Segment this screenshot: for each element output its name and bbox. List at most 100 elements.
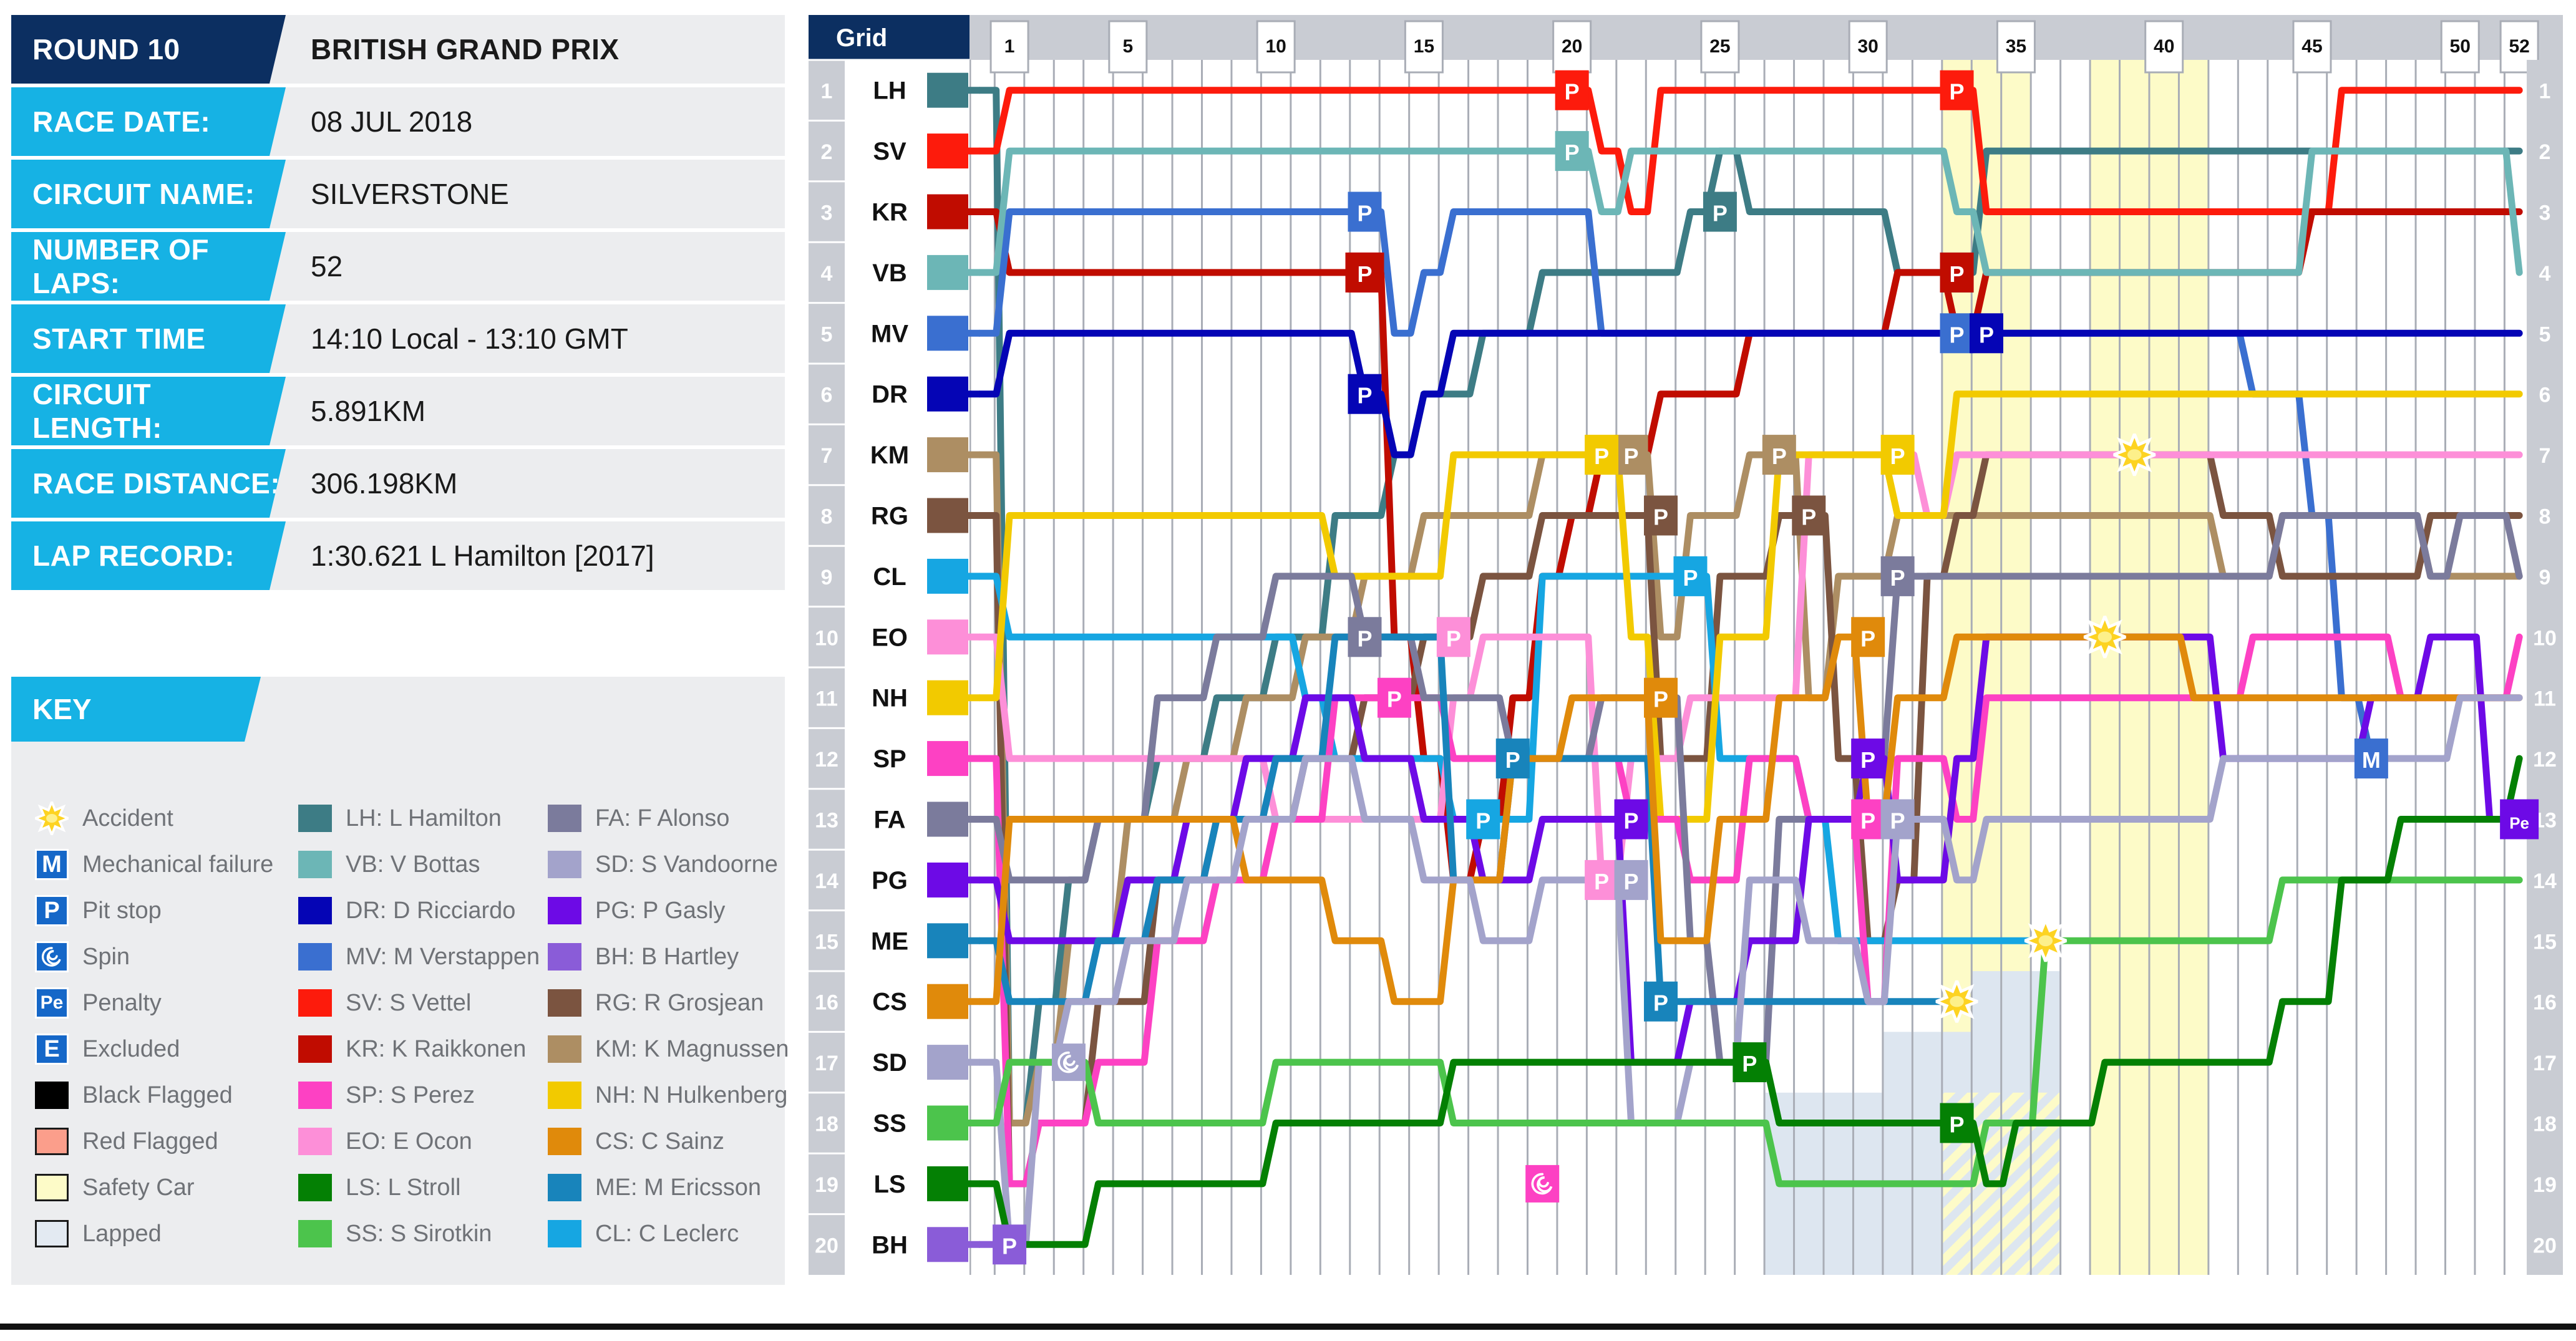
penalty-icon: Pe bbox=[35, 987, 69, 1019]
grid-driver-code[interactable]: VB bbox=[872, 259, 907, 287]
grid-position-number: 17 bbox=[815, 1052, 838, 1075]
lap-tick-label: 40 bbox=[2154, 36, 2174, 57]
driver-color-swatch bbox=[548, 897, 581, 924]
grid-position-number: 6 bbox=[821, 384, 833, 407]
key-panel: KEY Accident M Mechanical failure P Pit stop… bbox=[11, 677, 789, 1285]
key-driver-label: KM: K Magnussen bbox=[595, 1035, 789, 1062]
driver-color-swatch bbox=[298, 1220, 332, 1247]
grid-position-number: 14 bbox=[815, 869, 838, 893]
chart-svg: Grid 1 5 10 15 20 25 30 35 40 45 50 521 LH2 SV3 KR4 VB5 M… bbox=[809, 15, 2563, 1275]
grid-driver-code[interactable]: CL bbox=[873, 563, 906, 591]
final-position-number: 12 bbox=[2533, 748, 2557, 772]
grid-driver-code[interactable]: PG bbox=[872, 867, 908, 894]
final-position-number: 2 bbox=[2539, 140, 2551, 164]
final-position-number: 3 bbox=[2539, 201, 2551, 225]
red-flag-icon bbox=[35, 1128, 69, 1155]
key-event-item: Red Flagged bbox=[35, 1118, 297, 1164]
grid-position-number: 11 bbox=[815, 687, 838, 711]
grid-driver-swatch bbox=[927, 437, 968, 473]
footer-bar bbox=[0, 1324, 2576, 1330]
grid-driver-swatch bbox=[927, 1166, 968, 1201]
key-driver-label: PG: P Gasly bbox=[595, 897, 726, 924]
grid-driver-code[interactable]: KM bbox=[870, 442, 909, 469]
grid-driver-code[interactable]: SS bbox=[873, 1110, 906, 1138]
driver-color-swatch bbox=[298, 943, 332, 971]
grid-driver-code[interactable]: NH bbox=[872, 685, 908, 712]
key-driver-item: LS: L Stroll bbox=[298, 1164, 523, 1211]
marker-label: P bbox=[1742, 1051, 1757, 1077]
marker-label: P bbox=[1387, 687, 1402, 712]
grid-driver-swatch bbox=[927, 801, 968, 837]
marker-label: P bbox=[1683, 565, 1698, 591]
grid-driver-code[interactable]: LS bbox=[873, 1171, 905, 1198]
marker-label: P bbox=[1505, 747, 1520, 773]
marker-label: P bbox=[1565, 140, 1580, 165]
marker-label: M bbox=[2362, 747, 2381, 773]
spin-icon bbox=[35, 941, 69, 972]
grid-driver-code[interactable]: FA bbox=[873, 806, 905, 834]
key-driver-item: ME: M Ericsson bbox=[548, 1164, 785, 1211]
lap-tick-label: 35 bbox=[2006, 36, 2026, 57]
final-position-number: 19 bbox=[2533, 1173, 2557, 1197]
key-driver-item: MV: M Verstappen bbox=[298, 934, 540, 980]
grid-driver-code[interactable]: MV bbox=[871, 320, 908, 347]
key-driver-label: LS: L Stroll bbox=[346, 1174, 461, 1201]
accident-star-icon bbox=[2113, 433, 2156, 477]
lap-tick-label: 20 bbox=[1562, 36, 1582, 57]
info-key: START TIME bbox=[11, 304, 286, 373]
key-event-item: E Excluded bbox=[35, 1026, 297, 1072]
grid-driver-code[interactable]: EO bbox=[872, 624, 908, 651]
grid-driver-swatch bbox=[927, 619, 968, 655]
lap-tick-label: 52 bbox=[2509, 36, 2529, 57]
info-key: RACE DISTANCE: bbox=[11, 449, 286, 518]
info-row: CIRCUIT NAME: SILVERSTONE bbox=[11, 160, 785, 228]
grid-driver-code[interactable]: CS bbox=[872, 989, 907, 1016]
info-value: 08 JUL 2018 bbox=[311, 105, 473, 138]
lap-chart-page: ROUND 10 BRITISH GRAND PRIX RACE DATE: 08… bbox=[0, 0, 2576, 1341]
marker-label: P bbox=[1357, 626, 1372, 651]
marker-label: P bbox=[1653, 687, 1668, 712]
driver-color-swatch bbox=[548, 851, 581, 878]
grid-driver-code[interactable]: BH bbox=[872, 1231, 908, 1259]
final-position-column bbox=[2527, 60, 2563, 1275]
marker-label: P bbox=[1624, 869, 1639, 894]
grid-driver-code[interactable]: SV bbox=[873, 138, 906, 165]
key-driver-item: LH: L Hamilton bbox=[298, 795, 523, 841]
lap-tick-label: 10 bbox=[1265, 36, 1286, 57]
grid-driver-swatch bbox=[927, 923, 968, 959]
grid-driver-swatch bbox=[927, 680, 968, 715]
grid-driver-code[interactable]: SD bbox=[872, 1049, 907, 1077]
driver-color-swatch bbox=[548, 943, 581, 971]
final-position-number: 4 bbox=[2539, 262, 2551, 286]
info-key: NUMBER OF LAPS: bbox=[11, 232, 286, 301]
marker-label: P bbox=[1860, 808, 1875, 834]
key-driver-item: KR: K Raikkonen bbox=[298, 1026, 526, 1072]
spin-marker[interactable] bbox=[1051, 1043, 1086, 1082]
grid-driver-swatch bbox=[927, 194, 968, 230]
driver-color-swatch bbox=[298, 1035, 332, 1063]
key-events-column: Accident M Mechanical failure P Pit stop Spin… bbox=[32, 795, 297, 1257]
key-driver-item: SV: S Vettel bbox=[298, 980, 523, 1026]
driver-color-swatch bbox=[298, 851, 332, 878]
grid-driver-code[interactable]: ME bbox=[871, 927, 908, 955]
grid-driver-swatch bbox=[927, 1045, 968, 1080]
key-driver-label: ME: M Ericsson bbox=[595, 1174, 762, 1201]
final-position-number: 6 bbox=[2539, 384, 2551, 407]
driver-color-swatch bbox=[548, 989, 581, 1017]
key-event-label: Black Flagged bbox=[82, 1082, 233, 1108]
grid-driver-code[interactable]: RG bbox=[871, 503, 908, 530]
marker-label: P bbox=[1446, 626, 1461, 651]
grid-driver-code[interactable]: KR bbox=[872, 199, 908, 226]
grid-driver-swatch bbox=[927, 254, 968, 290]
marker-label: P bbox=[1890, 443, 1905, 469]
marker-label: P bbox=[1950, 79, 1965, 105]
grid-driver-code[interactable]: LH bbox=[873, 77, 906, 105]
info-row: NUMBER OF LAPS: 52 bbox=[11, 232, 785, 301]
driver-color-swatch bbox=[548, 1035, 581, 1063]
spin-marker[interactable] bbox=[1525, 1164, 1560, 1203]
grid-driver-code[interactable]: SP bbox=[873, 745, 906, 773]
info-key: CIRCUIT LENGTH: bbox=[11, 377, 286, 445]
grid-driver-swatch bbox=[927, 1105, 968, 1141]
grid-driver-code[interactable]: DR bbox=[872, 381, 908, 409]
key-driver-label: BH: B Hartley bbox=[595, 943, 739, 970]
